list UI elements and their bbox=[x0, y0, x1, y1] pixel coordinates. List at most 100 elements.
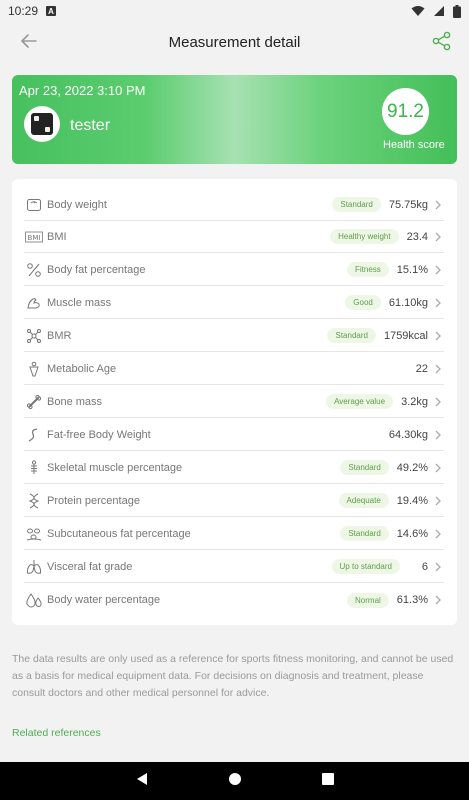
health-score-label: Health score bbox=[383, 139, 445, 151]
metric-value: 49.2% bbox=[396, 461, 428, 474]
wifi-icon bbox=[411, 6, 425, 16]
metric-name: Protein percentage bbox=[47, 494, 140, 507]
metric-name: Body weight bbox=[47, 198, 107, 211]
water-drop-icon bbox=[24, 590, 44, 610]
skeleton-icon bbox=[24, 458, 44, 478]
metric-name: Metabolic Age bbox=[47, 362, 117, 375]
username: tester bbox=[70, 117, 111, 134]
scale-icon bbox=[24, 195, 44, 215]
health-score-value: 91.2 bbox=[382, 88, 429, 135]
chevron-right-icon bbox=[435, 496, 441, 505]
chevron-right-icon bbox=[435, 200, 441, 209]
metric-badge: Standard bbox=[340, 526, 389, 541]
disclaimer-text: The data results are only used as a refe… bbox=[12, 653, 454, 699]
cells-icon bbox=[24, 524, 44, 544]
metric-value: 75.75kg bbox=[388, 198, 428, 211]
avatar[interactable] bbox=[24, 106, 60, 142]
metric-badge: Standard bbox=[340, 460, 389, 475]
measurement-datetime: Apr 23, 2022 3:10 PM bbox=[19, 83, 146, 98]
metric-row-protein[interactable]: Protein percentage Adequate 19.4% bbox=[24, 485, 444, 517]
metric-name: BMI bbox=[47, 230, 67, 243]
metric-row-body-weight[interactable]: Body weight Standard 75.75kg bbox=[24, 189, 444, 221]
scale-device-icon bbox=[31, 113, 53, 135]
metric-row-subcutaneous-fat[interactable]: Subcutaneous fat percentage Standard 14.… bbox=[24, 518, 444, 550]
metric-value: 22 bbox=[415, 362, 428, 375]
battery-icon bbox=[453, 4, 461, 18]
summary-banner: Apr 23, 2022 3:10 PM tester 91.2 Health … bbox=[12, 75, 457, 164]
chevron-right-icon bbox=[435, 595, 441, 605]
bone-icon bbox=[24, 392, 44, 412]
metric-value: 1759kcal bbox=[383, 329, 428, 342]
metric-row-body-fat[interactable]: Body fat percentage Fitness 15.1% bbox=[24, 254, 444, 286]
metric-name: Muscle mass bbox=[47, 296, 112, 309]
chevron-right-icon bbox=[435, 331, 441, 340]
metric-value: 64.30kg bbox=[388, 428, 428, 441]
chevron-right-icon bbox=[435, 529, 441, 538]
lungs-icon bbox=[24, 557, 44, 577]
metric-badge: Standard bbox=[327, 328, 376, 343]
bmi-icon: BMI bbox=[24, 227, 44, 247]
page-title: Measurement detail bbox=[168, 33, 301, 51]
chevron-right-icon bbox=[435, 430, 441, 439]
metrics-card: Body weight Standard 75.75kg BMI BMI Hea… bbox=[12, 179, 457, 625]
metric-badge: Up to standard bbox=[331, 559, 400, 574]
metric-row-metabolic-age[interactable]: Metabolic Age 22 bbox=[24, 353, 444, 385]
metric-row-skeletal-muscle[interactable]: Skeletal muscle percentage Standard 49.2… bbox=[24, 452, 444, 484]
metric-name: Body fat percentage bbox=[47, 263, 146, 276]
muscle-icon bbox=[24, 293, 44, 313]
percent-icon bbox=[24, 260, 44, 280]
metric-badge: Average value bbox=[326, 394, 394, 409]
metric-value: 3.2kg bbox=[401, 395, 428, 408]
metric-row-bmr[interactable]: BMR Standard 1759kcal bbox=[24, 320, 444, 352]
dna-icon bbox=[24, 491, 44, 511]
system-nav-bar bbox=[0, 762, 469, 800]
metric-row-body-water[interactable]: Body water percentage Normal 61.3% bbox=[24, 584, 444, 616]
nav-back-icon[interactable] bbox=[136, 772, 148, 791]
metric-badge: Adequate bbox=[338, 493, 389, 508]
metric-row-fat-free-weight[interactable]: Fat-free Body Weight 64.30kg bbox=[24, 419, 444, 451]
svg-text:BMI: BMI bbox=[28, 234, 41, 242]
body-icon bbox=[24, 359, 44, 379]
molecule-icon bbox=[24, 326, 44, 346]
share-icon[interactable] bbox=[431, 30, 453, 52]
app-bar: Measurement detail bbox=[0, 22, 469, 62]
notification-icon: A bbox=[46, 6, 57, 16]
metric-badge: Standard bbox=[332, 197, 381, 212]
metric-badge: Fitness bbox=[347, 262, 389, 277]
nav-home-icon[interactable] bbox=[228, 772, 242, 791]
metric-value: 19.4% bbox=[396, 494, 428, 507]
cellular-icon bbox=[434, 6, 444, 16]
metric-row-muscle-mass[interactable]: Muscle mass Good 61.10kg bbox=[24, 287, 444, 319]
metric-value: 14.6% bbox=[396, 527, 428, 540]
metric-value: 23.4 bbox=[406, 230, 428, 243]
metric-name: Visceral fat grade bbox=[47, 560, 133, 573]
chevron-right-icon bbox=[435, 364, 441, 373]
metric-value: 15.1% bbox=[396, 263, 428, 276]
metric-value: 61.3% bbox=[396, 594, 428, 606]
metric-row-bmi[interactable]: BMI BMI Healthy weight 23.4 bbox=[24, 221, 444, 253]
chevron-right-icon bbox=[435, 265, 441, 274]
curve-icon bbox=[24, 425, 44, 445]
chevron-right-icon bbox=[435, 463, 441, 472]
metric-name: Skeletal muscle percentage bbox=[47, 461, 183, 474]
back-arrow-icon[interactable] bbox=[18, 30, 40, 52]
status-bar: 10:29 A bbox=[0, 0, 469, 22]
status-time: 10:29 bbox=[8, 4, 39, 18]
chevron-right-icon bbox=[435, 298, 441, 307]
metric-name: Fat-free Body Weight bbox=[47, 428, 151, 441]
metric-name: Body water percentage bbox=[47, 594, 161, 606]
related-references-link[interactable]: Related references bbox=[12, 727, 101, 739]
metric-row-visceral-fat[interactable]: Visceral fat grade Up to standard 6 bbox=[24, 551, 444, 583]
chevron-right-icon bbox=[435, 562, 441, 571]
metric-value: 61.10kg bbox=[388, 296, 428, 309]
metric-badge: Healthy weight bbox=[330, 229, 399, 244]
nav-recents-icon[interactable] bbox=[321, 772, 334, 790]
chevron-right-icon bbox=[435, 232, 441, 241]
metric-name: Subcutaneous fat percentage bbox=[47, 527, 191, 540]
metric-badge: Good bbox=[345, 295, 381, 310]
metric-badge: Normal bbox=[347, 592, 389, 608]
metric-name: Bone mass bbox=[47, 395, 103, 408]
metric-row-bone-mass[interactable]: Bone mass Average value 3.2kg bbox=[24, 386, 444, 418]
metric-value: 6 bbox=[421, 560, 428, 573]
metric-name: BMR bbox=[47, 329, 72, 342]
